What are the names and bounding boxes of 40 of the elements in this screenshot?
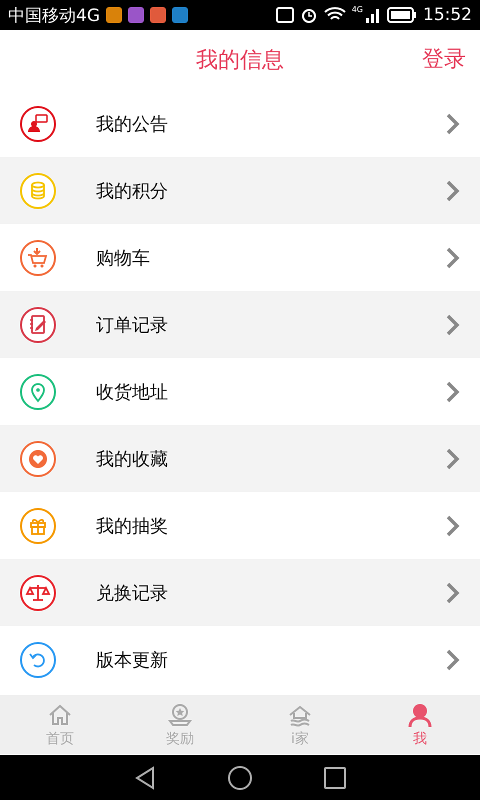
menu-label: 我的抽奖 bbox=[96, 514, 169, 538]
menu-label: 兑换记录 bbox=[96, 582, 169, 604]
home-icon bbox=[47, 702, 73, 728]
chevron-icon bbox=[446, 314, 460, 336]
chevron-icon bbox=[446, 514, 460, 536]
home-icon[interactable] bbox=[227, 764, 253, 790]
menu-item[interactable]: 我的收藏 bbox=[0, 425, 480, 492]
menu-label: 收货地址 bbox=[96, 380, 169, 404]
notification-icon bbox=[172, 7, 188, 23]
back-icon[interactable] bbox=[133, 766, 157, 790]
chevron-icon bbox=[446, 180, 460, 202]
carrier-name: 中国移动4G bbox=[8, 4, 100, 26]
person-icon bbox=[407, 702, 433, 728]
chevron-icon bbox=[446, 246, 460, 268]
chevron-icon bbox=[446, 380, 460, 402]
page-title: 我的信息 bbox=[196, 47, 284, 75]
battery-icon bbox=[387, 7, 417, 23]
recents-icon[interactable] bbox=[323, 766, 347, 790]
chevron-icon bbox=[446, 582, 460, 604]
alarm-icon bbox=[300, 6, 318, 24]
menu-item[interactable]: 订单记录 bbox=[0, 291, 480, 358]
network-type: 4G bbox=[352, 5, 363, 14]
medal-icon bbox=[167, 702, 193, 728]
chevron-icon bbox=[446, 112, 460, 134]
menu-label: 我的收藏 bbox=[96, 448, 169, 470]
chevron-icon bbox=[446, 648, 460, 670]
menu-label: 订单记录 bbox=[96, 314, 169, 336]
login-link[interactable]: 登录 bbox=[422, 44, 466, 74]
menu-label: 我的公告 bbox=[96, 112, 169, 136]
notification-icon bbox=[150, 7, 166, 23]
clock-time: 15:52 bbox=[423, 5, 472, 25]
notification-icon bbox=[106, 7, 122, 23]
signal-icon bbox=[365, 7, 381, 23]
notification-icon bbox=[128, 7, 144, 23]
chevron-icon bbox=[446, 448, 460, 470]
menu-label: 购物车 bbox=[96, 246, 151, 270]
menu-item[interactable]: 兑换记录 bbox=[0, 559, 480, 626]
menu-item[interactable]: 我的积分 bbox=[0, 157, 480, 224]
menu-label: 版本更新 bbox=[96, 648, 169, 672]
menu-label: 我的积分 bbox=[96, 180, 169, 202]
